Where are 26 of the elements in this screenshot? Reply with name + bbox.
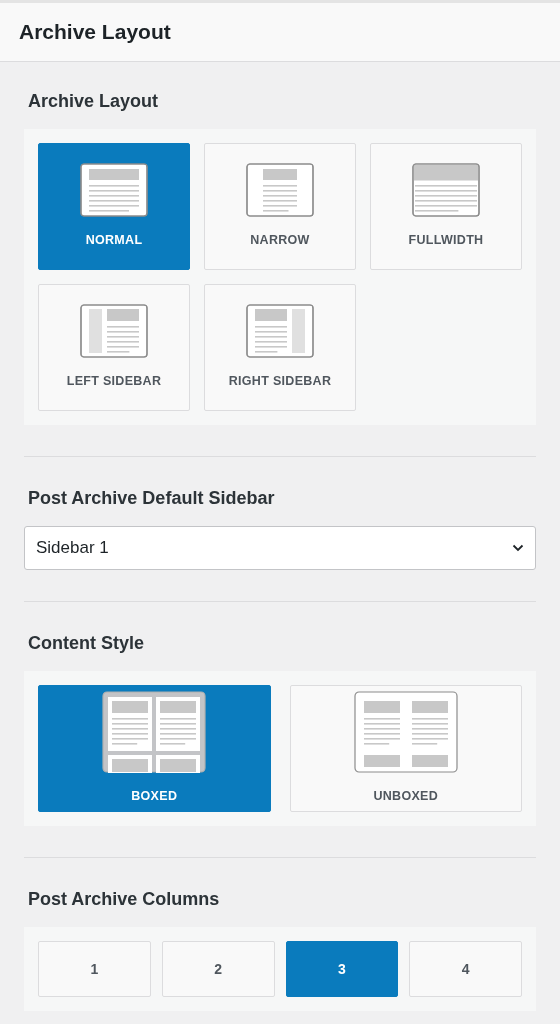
layout-option[interactable]: RIGHT SIDEBAR — [204, 284, 356, 411]
section-title: Content Style — [27, 632, 145, 655]
sidebar-select[interactable]: Sidebar 1 — [24, 526, 536, 570]
section-title: Post Archive Default Sidebar — [27, 487, 276, 510]
layout-option[interactable]: UNBOXED — [289, 685, 522, 812]
layout-option[interactable]: FULLWIDTH — [370, 143, 522, 270]
layout-option[interactable]: BOXED — [38, 685, 271, 812]
page-layout-icon — [80, 304, 148, 359]
section-title: Archive Layout — [27, 90, 160, 113]
page-layout-icon — [246, 304, 314, 359]
panel-title: Archive Layout — [19, 19, 171, 46]
column-count-option[interactable]: 4 — [409, 941, 522, 997]
column-count-option[interactable]: 3 — [285, 941, 399, 997]
layout-option[interactable]: NARROW — [204, 143, 356, 270]
column-count-option[interactable]: 2 — [161, 941, 275, 997]
page-layout-icon — [246, 163, 314, 218]
two-column-layout-icon — [353, 691, 458, 774]
page-layout-icon — [412, 163, 480, 218]
column-count-option[interactable]: 1 — [38, 941, 151, 997]
select-value: Sidebar 1 — [36, 537, 109, 560]
two-column-layout-icon — [102, 691, 207, 774]
page-layout-icon — [80, 163, 148, 218]
layout-option[interactable]: LEFT SIDEBAR — [38, 284, 190, 411]
chevron-down-icon — [512, 544, 524, 552]
section-title: Post Archive Columns — [27, 888, 221, 911]
layout-option[interactable]: NORMAL — [38, 143, 190, 270]
